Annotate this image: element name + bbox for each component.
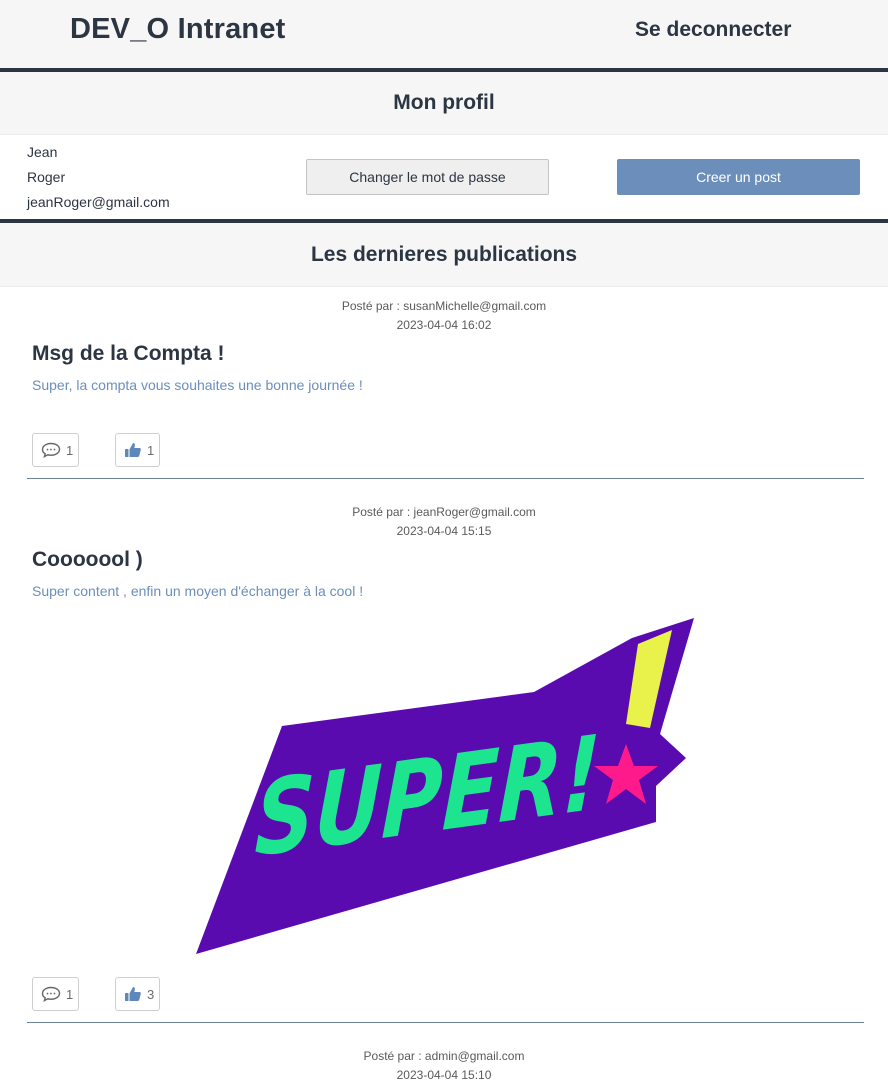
post-image-super-sticker: SUPER! (196, 616, 696, 961)
post-separator (27, 1022, 864, 1023)
top-navbar: DEV_O Intranet Se deconnecter (0, 0, 888, 68)
thumbs-up-icon (124, 986, 142, 1005)
create-post-button[interactable]: Creer un post (617, 159, 860, 195)
post-author: Posté par : susanMichelle@gmail.com (341, 299, 547, 313)
brand-title: DEV_O Intranet (70, 13, 286, 45)
post-meta: Posté par : susanMichelle@gmail.com 2023… (0, 297, 888, 335)
profile-section-header: Mon profil (0, 72, 888, 135)
post-body: Super content , enfin un moyen d'échange… (32, 583, 364, 599)
profile-section-title: Mon profil (393, 91, 495, 114)
post-author: Posté par : jeanRoger@gmail.com (352, 505, 536, 519)
comment-count: 1 (66, 987, 74, 1002)
comment-button[interactable]: 1 (32, 977, 79, 1011)
thumbs-up-icon (124, 442, 142, 461)
comment-button[interactable]: 1 (32, 433, 79, 467)
like-button[interactable]: 1 (115, 433, 160, 467)
post-body: Super, la compta vous souhaites une bonn… (32, 377, 363, 393)
post-meta: Posté par : jeanRoger@gmail.com 2023-04-… (0, 503, 888, 541)
like-count: 3 (147, 987, 155, 1002)
speech-bubble-icon (41, 986, 61, 1005)
post-meta: Posté par : admin@gmail.com 2023-04-04 1… (0, 1047, 888, 1085)
post-date: 2023-04-04 15:15 (396, 524, 492, 538)
like-button[interactable]: 3 (115, 977, 160, 1011)
comment-count: 1 (66, 443, 74, 458)
feed-section-title: Les dernieres publications (310, 243, 578, 266)
post-separator (27, 478, 864, 479)
post-title: Msg de la Compta ! (32, 342, 225, 365)
feed-section-header: Les dernieres publications (0, 223, 888, 287)
profile-email: jeanRoger@gmail.com (27, 194, 170, 210)
speech-bubble-icon (41, 442, 61, 461)
logout-link[interactable]: Se deconnecter (635, 18, 791, 42)
change-password-button[interactable]: Changer le mot de passe (306, 159, 549, 195)
post-title: Cooooool ) (32, 548, 143, 571)
like-count: 1 (147, 443, 155, 458)
profile-first-name: Jean (27, 144, 58, 160)
profile-last-name: Roger (27, 169, 66, 185)
post-author: Posté par : admin@gmail.com (363, 1049, 525, 1063)
post-date: 2023-04-04 16:02 (396, 318, 492, 332)
